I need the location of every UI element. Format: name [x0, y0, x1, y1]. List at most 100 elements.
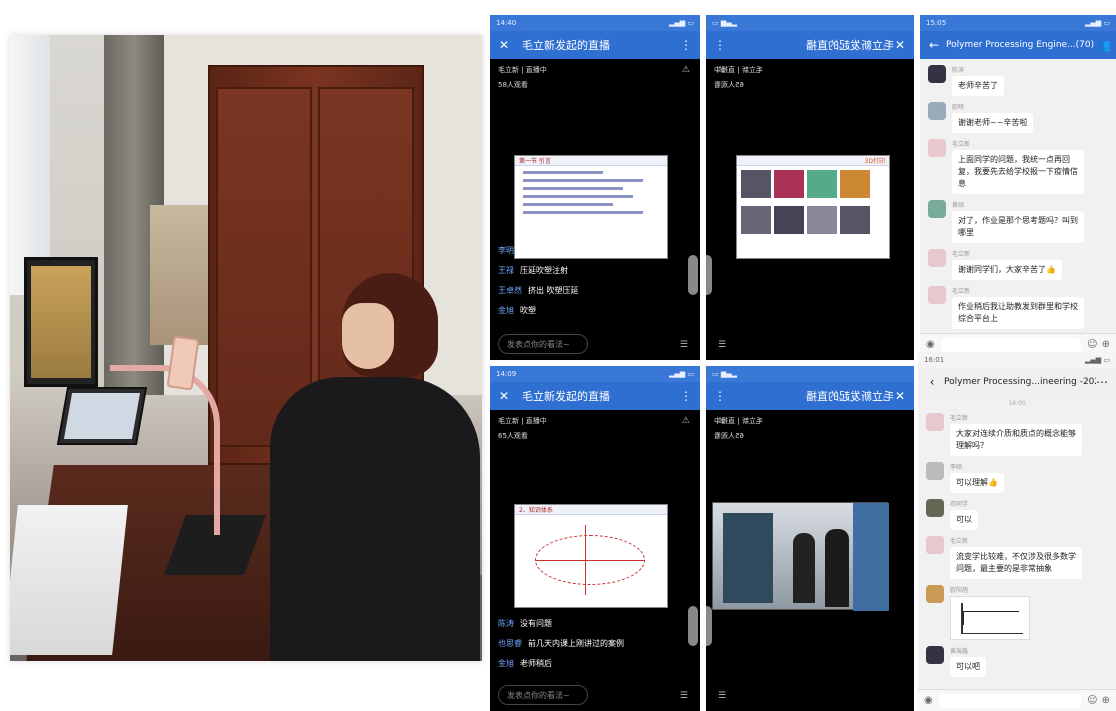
live-title: 毛立新发起的直播: [806, 390, 894, 403]
live-meta: 毛立新 | 直播中 58人观看 ⚠: [490, 59, 700, 97]
drag-handle[interactable]: [706, 606, 712, 646]
report-icon[interactable]: ⚠: [716, 414, 724, 429]
viewer-count: 65人观看: [714, 432, 744, 440]
comment: 王禄 压延吹塑注射: [498, 266, 568, 275]
chat-title: Polymer Processing...ineering -2020(71): [944, 377, 1096, 387]
live-meta: 毛立新 | 直播中 65人观看 ⚠: [706, 410, 914, 448]
drag-handle[interactable]: [688, 606, 698, 646]
more-icon[interactable]: ⋮: [680, 38, 692, 52]
comment: 王卓然 挤出 吹塑压延: [498, 286, 579, 295]
status-time: 14:40: [496, 19, 517, 27]
live-meta: 毛立新 | 直播中 65人观看 ⚠: [706, 59, 914, 97]
signal-icon: ▭ ▆▄▂: [712, 19, 737, 27]
close-icon[interactable]: ✕: [498, 389, 510, 403]
more-icon[interactable]: ⋮: [714, 389, 726, 403]
close-icon[interactable]: ✕: [894, 389, 906, 403]
emoji-icon[interactable]: ☺: [1087, 695, 1097, 706]
chat-message: 毛立新 大家对连续介质和质点的概念能够理解吗？: [926, 413, 1108, 456]
live-title-bar: ✕ 毛立新发起的直播 ⋮: [490, 31, 700, 59]
chat-timestamp: 16:00: [1008, 400, 1026, 407]
viewer-count: 58人观看: [498, 81, 528, 89]
live-title: 毛立新发起的直播: [522, 39, 610, 52]
status-bar: 15:05 ▂▄▆ ▭: [920, 15, 1116, 31]
lab-video: [712, 502, 889, 611]
chat-message: 毛立新 作业稍后我让助教发到群里和学校综合平台上: [928, 286, 1108, 329]
chat-message: 欧旸 谢谢老师~~辛苦啦: [928, 102, 1108, 133]
live-title: 毛立新发起的直播: [522, 390, 610, 403]
chat-title-bar: ‹ Polymer Processing...ineering -2020(71…: [918, 368, 1116, 396]
teacher-body: [270, 377, 480, 661]
slide-heading: 第一节 引言: [515, 156, 667, 166]
danmaku-icon[interactable]: ☰: [718, 691, 726, 701]
host-status: 毛立新 | 直播中: [714, 66, 763, 74]
chat-message: 欧阳旭: [926, 585, 1108, 640]
chat-message: 陈涛 老师辛苦了: [928, 65, 1108, 96]
comment: 也思睿 前几天内课上刚讲过的案例: [498, 639, 624, 648]
chat-title-bar: ← Polymer Processing Engine...(70) 👥: [920, 31, 1116, 59]
comment: 李明 插入挂缸注射: [498, 246, 568, 255]
voice-icon[interactable]: ◉: [924, 695, 933, 706]
report-icon[interactable]: ⚠: [682, 414, 690, 429]
danmaku-icon[interactable]: ☰: [680, 691, 688, 701]
live-title: 毛立新发起的直播: [806, 39, 894, 52]
more-icon[interactable]: ⋯: [1096, 375, 1108, 389]
status-bar: 14:09 ▂▄▆ ▭: [490, 366, 700, 382]
teacher: [230, 267, 480, 661]
group-chat-1: 15:05 ▂▄▆ ▭ ← Polymer Processing Engine..…: [920, 15, 1116, 355]
more-icon[interactable]: ⋮: [714, 38, 726, 52]
group-chat-2: 16:01 ▂▄▆ ▭ ‹ Polymer Processing...ineeri…: [918, 352, 1116, 711]
host-status: 毛立新 | 直播中: [498, 417, 547, 425]
chat-message: 毛立新 流变学比较难，不仅涉及很多数学问题，最主要的是非常抽象: [926, 536, 1108, 579]
report-icon[interactable]: ⚠: [682, 63, 690, 78]
plus-icon[interactable]: ⊕: [1102, 339, 1110, 350]
live-screen-4: ▭ ▆▄▂ ⋮ 毛立新发起的直播 ✕ 毛立新 | 直播中 65人观看 ⚠ ☰: [706, 366, 914, 711]
comment-input[interactable]: 发表点你的看法~: [498, 685, 588, 705]
bookshelf: [150, 205, 210, 345]
chat-input[interactable]: [938, 693, 1082, 708]
signal-icon: ▂▄▆ ▭: [669, 19, 694, 27]
chat-message: 黄硕 对了，作业是那个思考题吗？叫到哪里: [928, 200, 1108, 243]
image-attachment[interactable]: [950, 596, 1030, 640]
signal-icon: ▂▄▆ ▭: [1085, 19, 1110, 27]
slide-heading: 2、知识体系: [515, 505, 667, 515]
chat-message: 李硕 可以理解👍: [926, 462, 1108, 493]
chat-message: 毛立新 谢谢同学们，大家辛苦了👍: [928, 249, 1108, 280]
chat-message: 邓同学 可以: [926, 499, 1108, 530]
slide-heading: 3D打印: [737, 156, 889, 166]
close-icon[interactable]: ✕: [498, 38, 510, 52]
viewer-count: 65人观看: [498, 432, 528, 440]
danmaku-icon[interactable]: ☰: [718, 340, 726, 350]
slide-view: 3D打印: [736, 155, 890, 259]
status-bar: ▭ ▆▄▂: [706, 366, 914, 382]
back-arrow-icon[interactable]: ‹: [926, 375, 938, 389]
signal-icon: ▂▄▆ ▭: [1085, 356, 1110, 364]
teacher-photo: [10, 35, 482, 661]
comment-list: 陈涛 没有问题 也思睿 前几天内课上刚讲过的案例 金旭 老师稍后: [498, 614, 624, 674]
live-title-bar: ⋮ 毛立新发起的直播 ✕: [706, 31, 914, 59]
group-members-icon[interactable]: 👥: [1096, 38, 1111, 52]
signal-icon: ▭ ▆▄▂: [712, 370, 737, 378]
danmaku-icon[interactable]: ☰: [680, 340, 688, 350]
host-status: 毛立新 | 直播中: [714, 417, 763, 425]
close-icon[interactable]: ✕: [894, 38, 906, 52]
status-bar: ▭ ▆▄▂: [706, 15, 914, 31]
plus-icon[interactable]: ⊕: [1102, 695, 1110, 706]
back-arrow-icon[interactable]: ←: [928, 38, 940, 52]
emoji-icon[interactable]: ☺: [1087, 339, 1097, 350]
phone-stand: [110, 365, 220, 535]
chat-input[interactable]: [940, 337, 1082, 352]
live-screen-2: ▭ ▆▄▂ ⋮ 毛立新发起的直播 ✕ 毛立新 | 直播中 65人观看 ⚠ 3D打…: [706, 15, 914, 360]
live-title-bar: ✕ 毛立新发起的直播 ⋮: [490, 382, 700, 410]
status-bar: 16:01 ▂▄▆ ▭: [918, 352, 1116, 368]
drag-handle[interactable]: [706, 255, 712, 295]
report-icon[interactable]: ⚠: [716, 63, 724, 78]
drag-handle[interactable]: [688, 255, 698, 295]
teacher-face: [342, 303, 394, 369]
more-icon[interactable]: ⋮: [680, 389, 692, 403]
voice-icon[interactable]: ◉: [926, 339, 935, 350]
window: [10, 35, 50, 295]
viewer-count: 65人观看: [714, 81, 744, 89]
comment: 金旭 老师稍后: [498, 659, 552, 668]
comment-list: 李明 插入挂缸注射 王禄 压延吹塑注射 王卓然 挤出 吹塑压延 金旭 吹塑: [498, 241, 579, 321]
comment-input[interactable]: 发表点你的看法~: [498, 334, 588, 354]
